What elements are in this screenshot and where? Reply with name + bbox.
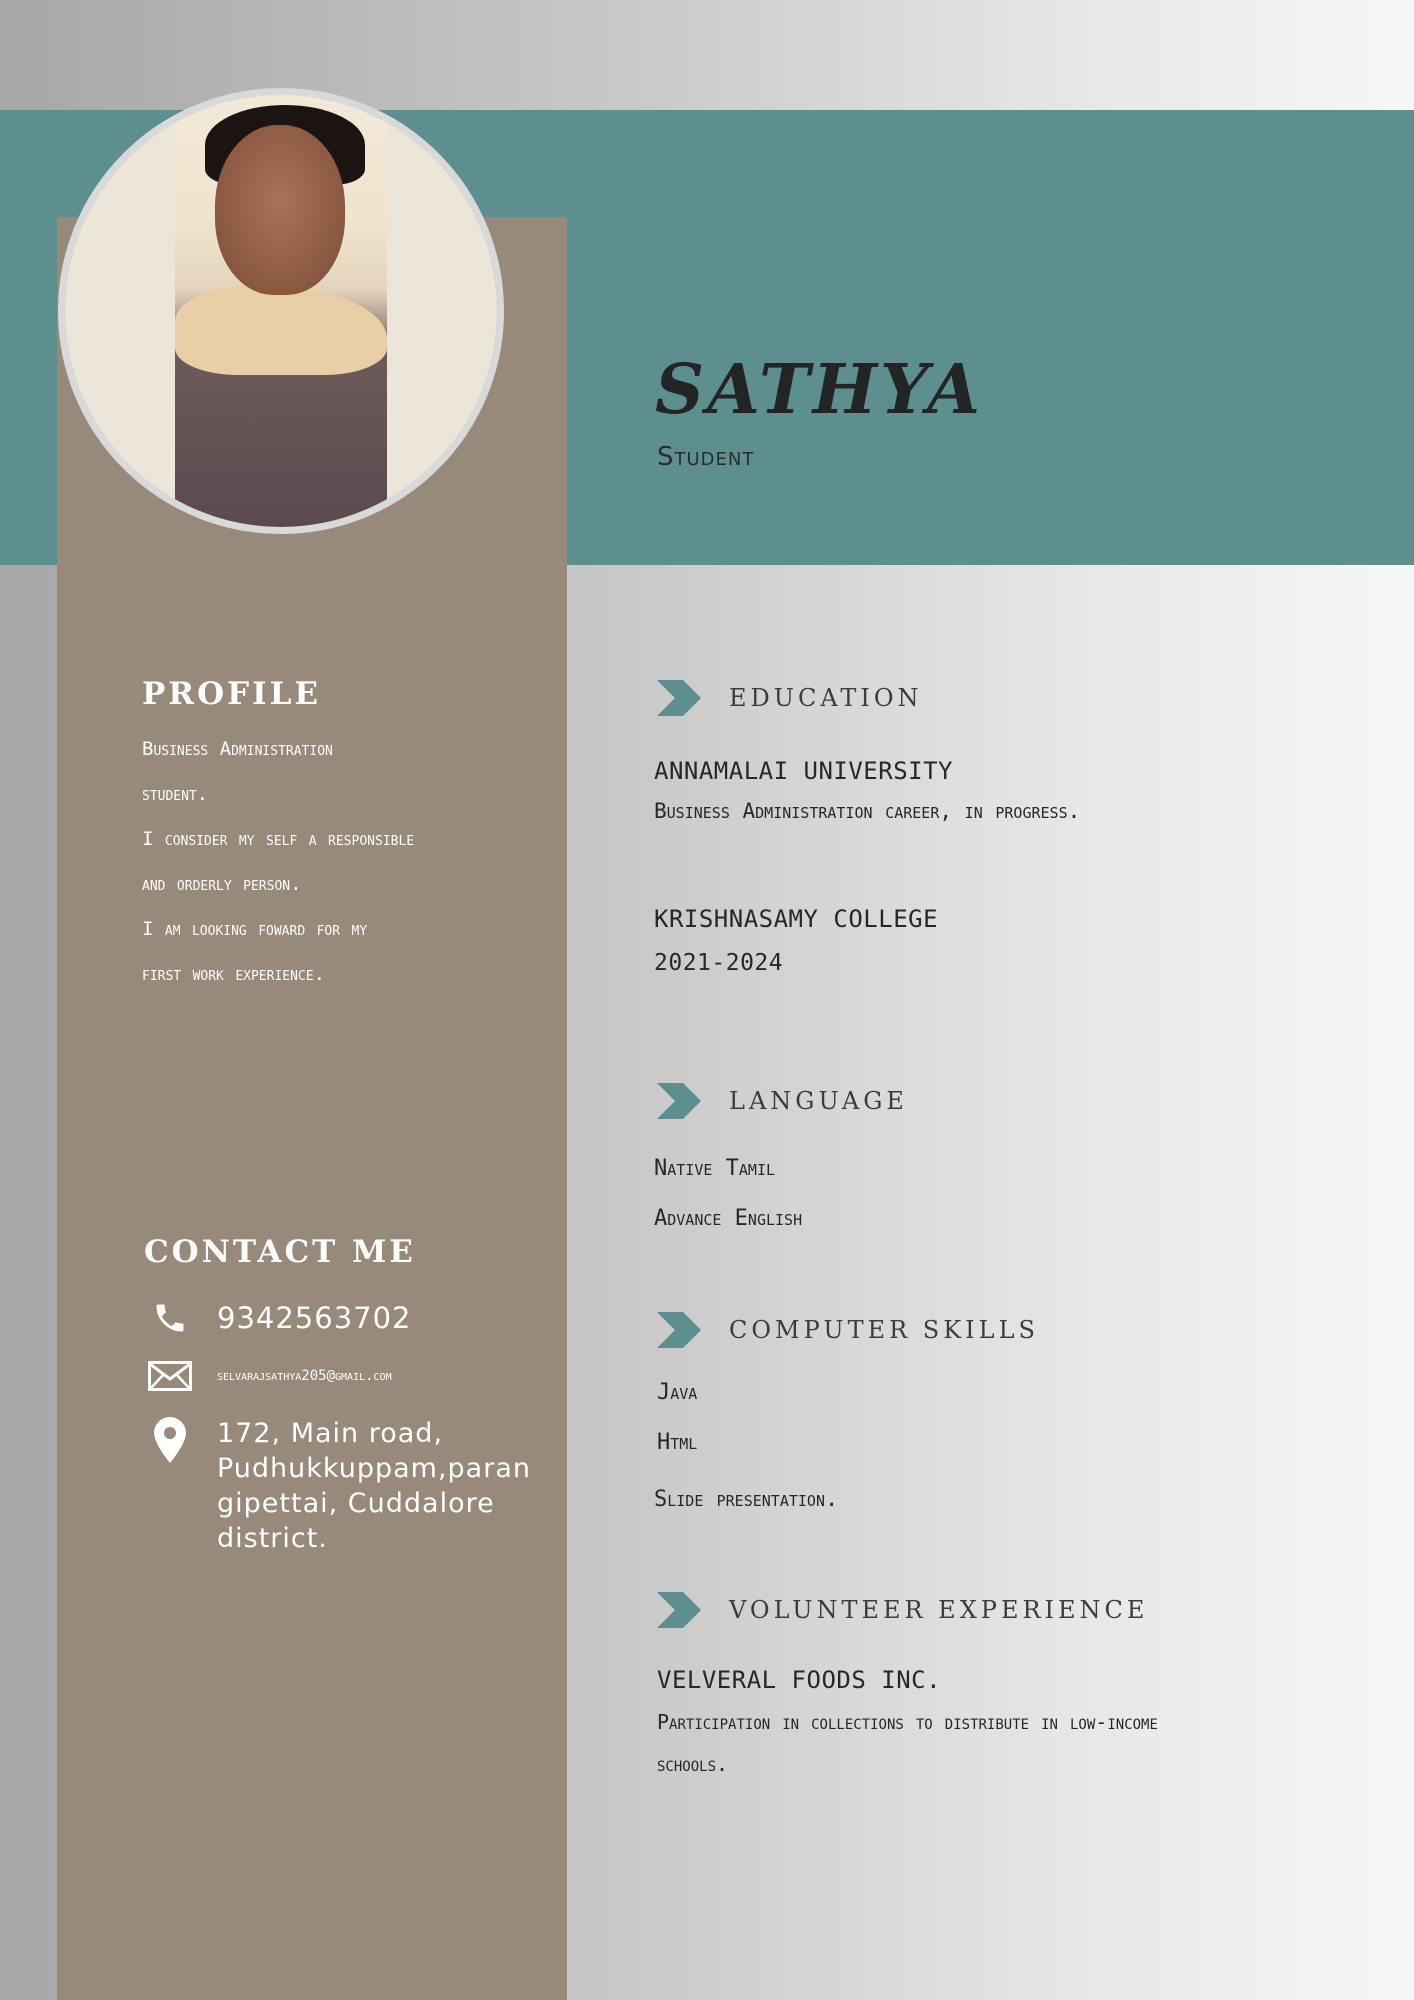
profile-photo [58, 88, 504, 534]
profile-line: I am looking foward for my [142, 918, 368, 940]
education-section-header: EDUCATION [657, 680, 923, 716]
computer-skills-section-header: COMPUTER SKILLS [657, 1312, 1039, 1348]
profile-line: student. [142, 783, 209, 805]
language-section-header: LANGUAGE [657, 1083, 908, 1119]
address-line: 172, Main road, [217, 1418, 444, 1449]
address-line: gipettai, Cuddalore [217, 1488, 495, 1519]
contact-address-row: 172, Main road, Pudhukkuppam,paran gipet… [147, 1416, 531, 1556]
contact-address: 172, Main road, Pudhukkuppam,paran gipet… [217, 1416, 531, 1556]
location-pin-icon [147, 1416, 193, 1464]
volunteer-detail: schools. [657, 1752, 729, 1776]
contact-phone-row: 9342563702 [147, 1298, 412, 1338]
contact-phone: 9342563702 [217, 1301, 412, 1335]
volunteer-heading: VOLUNTEER EXPERIENCE [729, 1596, 1149, 1624]
skill-item: Java [657, 1380, 698, 1405]
volunteer-organization: VELVERAL FOODS INC. [657, 1666, 942, 1694]
skill-item: Html [657, 1430, 698, 1455]
person-role: Student [657, 442, 755, 472]
volunteer-section-header: VOLUNTEER EXPERIENCE [657, 1592, 1148, 1628]
education-institution: ANNAMALAI UNIVERSITY [654, 757, 953, 785]
chevron-right-icon [657, 1592, 701, 1628]
contact-email: selvarajsathya205@gmail.com [217, 1368, 392, 1384]
language-item: Native Tamil [654, 1156, 776, 1181]
profile-line: and orderly person. [142, 873, 302, 895]
education-heading: EDUCATION [729, 684, 923, 712]
education-institution: KRISHNASAMY COLLEGE [654, 905, 939, 933]
skill-item: Slide presentation. [654, 1487, 839, 1512]
computer-skills-heading: COMPUTER SKILLS [729, 1316, 1039, 1344]
person-name: SATHYA [655, 350, 983, 430]
address-line: district. [217, 1523, 328, 1554]
profile-photo-image [65, 95, 497, 527]
language-heading: LANGUAGE [729, 1087, 908, 1115]
profile-line: I consider my self a responsible [142, 828, 415, 850]
chevron-right-icon [657, 1312, 701, 1348]
portrait-face [215, 125, 345, 295]
contact-email-row: selvarajsathya205@gmail.com [147, 1356, 392, 1396]
education-detail: Business Administration career, in progr… [654, 799, 1081, 823]
education-detail: 2021-2024 [654, 950, 784, 976]
volunteer-detail: Participation in collections to distribu… [657, 1710, 1158, 1734]
chevron-right-icon [657, 680, 701, 716]
address-line: Pudhukkuppam,paran [217, 1453, 531, 1484]
mail-icon [147, 1356, 193, 1396]
language-item: Advance English [654, 1206, 803, 1231]
profile-heading: PROFILE [142, 676, 322, 712]
profile-line: first work experience. [142, 963, 326, 985]
profile-description: Business Administration student. I consi… [142, 727, 542, 997]
profile-line: Business Administration [142, 738, 333, 760]
chevron-right-icon [657, 1083, 701, 1119]
phone-icon [147, 1298, 193, 1338]
contact-heading: CONTACT ME [144, 1234, 416, 1270]
